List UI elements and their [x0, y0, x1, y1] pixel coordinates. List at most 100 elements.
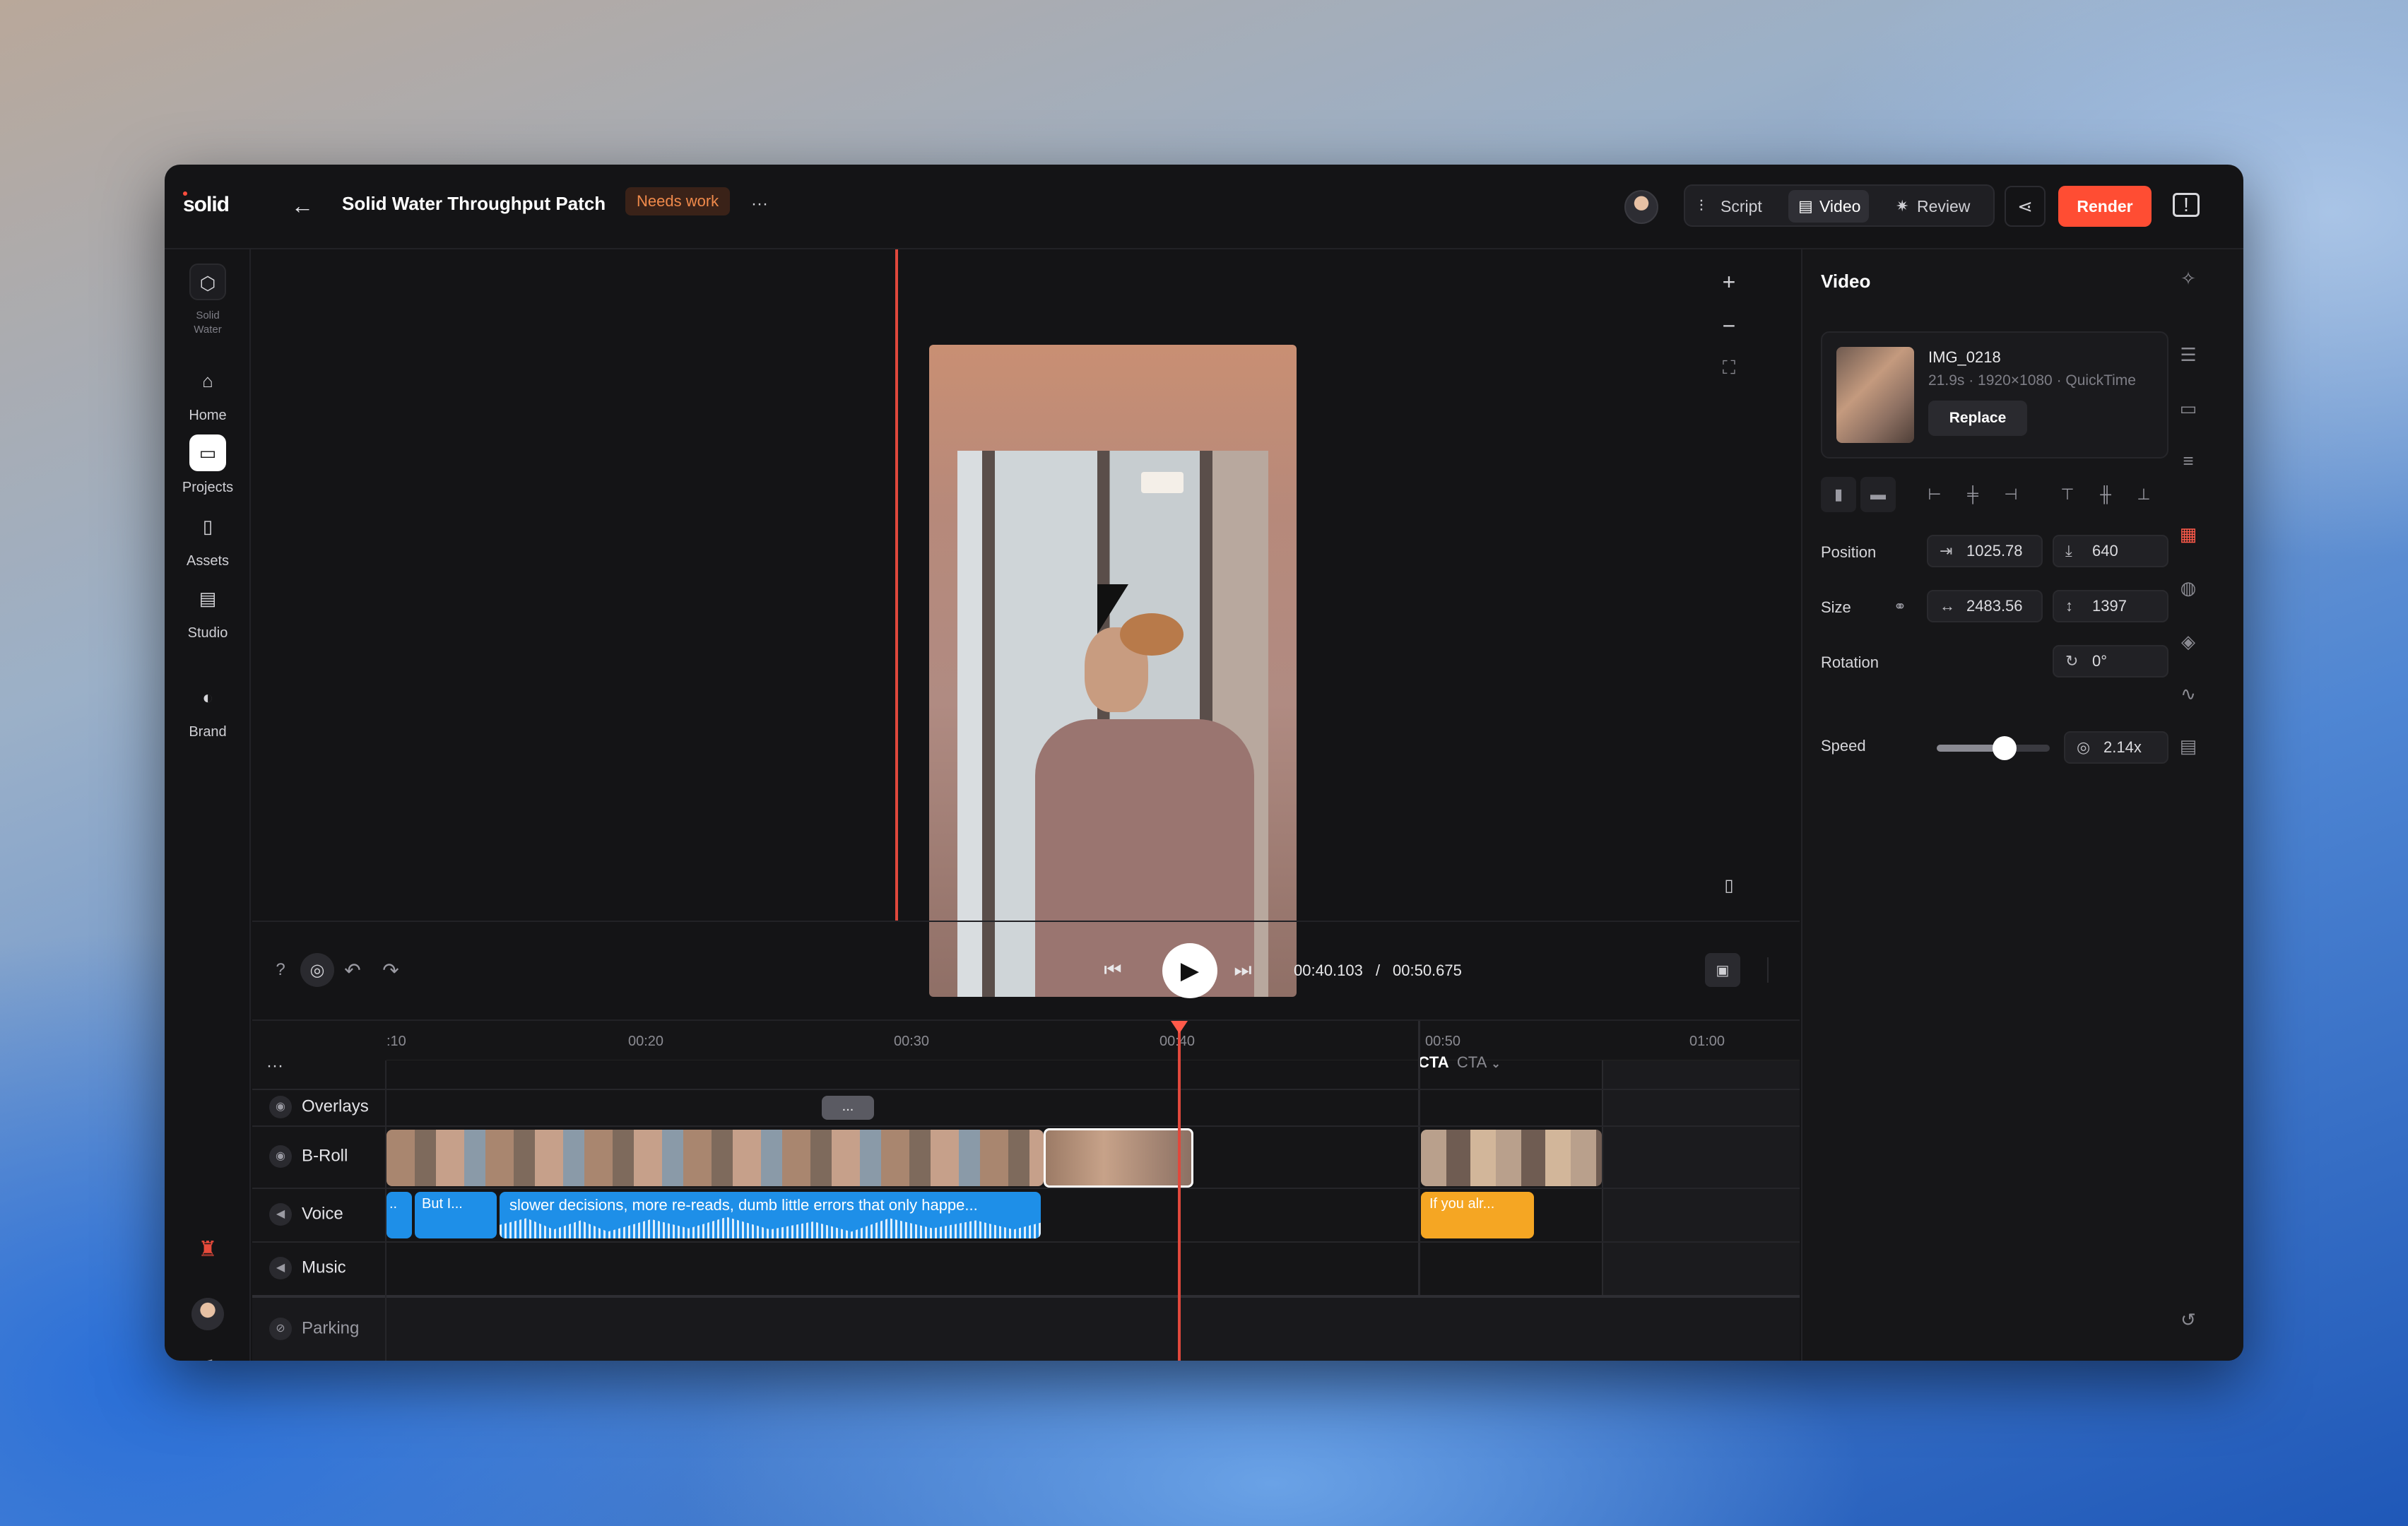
app-logo[interactable]: solid [183, 191, 230, 217]
track-label[interactable]: ◉ B-Roll [269, 1145, 348, 1168]
link-icon[interactable]: ⚭ [1886, 591, 1914, 622]
bell-icon[interactable]: ♫ [190, 1346, 225, 1361]
tab-script[interactable]: ⫶ Script [1689, 190, 1771, 223]
replace-button[interactable]: Replace [1928, 401, 2027, 436]
align-right-icon[interactable]: ⊣ [1993, 477, 2029, 512]
film-icon[interactable]: ▦ [2167, 524, 2209, 545]
subtitles-icon[interactable]: ▭ [2167, 398, 2209, 420]
sticker-icon[interactable]: ◈ [2167, 631, 2209, 653]
track-label[interactable]: ◀ Music [269, 1257, 346, 1279]
speed-field[interactable]: ◎ 2.14x [2064, 731, 2168, 764]
nav-item-home[interactable]: ⌂ Home [165, 362, 251, 424]
skip-forward-icon[interactable]: ⏭ [1227, 954, 1258, 986]
arrow-right-icon: ⇥ [1940, 542, 1953, 560]
align-bottom-icon[interactable]: ⊥ [2126, 477, 2161, 512]
broll-clip[interactable] [1421, 1130, 1602, 1186]
zoom-out-icon[interactable]: − [1715, 312, 1743, 340]
timeline-more-button[interactable]: ··· [266, 1056, 283, 1076]
nav-item-assets[interactable]: ▯ Assets [165, 508, 251, 569]
history-icon[interactable]: ↺ [2167, 1309, 2209, 1331]
render-button[interactable]: Render [2058, 186, 2152, 227]
nav-item-brand[interactable]: ◐ Brand [165, 679, 251, 740]
cta-marker[interactable]: CTA CTA ⌄ [1418, 1053, 1501, 1072]
skip-back-icon[interactable]: ⏮ [1097, 954, 1128, 986]
speaker-icon[interactable]: ◀ [269, 1257, 292, 1279]
mascot-icon[interactable]: ♜ [190, 1231, 225, 1267]
fit-height-icon[interactable]: ▬ [1860, 477, 1896, 512]
align-left-icon[interactable]: ⊢ [1917, 477, 1952, 512]
tab-review[interactable]: ✷ Review [1886, 190, 1978, 223]
rotation-label: Rotation [1821, 653, 1879, 671]
speaker-icon[interactable]: ◀ [269, 1203, 292, 1226]
voice-clip[interactable]: But I... [415, 1192, 497, 1238]
brand-icon: ◐ [202, 687, 213, 708]
timeline-ruler[interactable] [386, 1021, 1800, 1060]
arrow-down-icon: ⤓ [2065, 542, 2072, 560]
fullscreen-icon[interactable]: ⛶ [1715, 354, 1743, 382]
position-y-field[interactable]: ⤓ 640 [2053, 535, 2168, 567]
track-label[interactable]: ◉ Overlays [269, 1096, 369, 1118]
redo-icon[interactable]: ↷ [377, 956, 405, 984]
ai-sparkle-icon[interactable]: ✧ [2167, 268, 2209, 290]
align-middle-icon[interactable]: ╫ [2088, 477, 2123, 512]
document-icon[interactable]: ▤ [2167, 735, 2209, 757]
eye-icon[interactable]: ◉ [269, 1145, 292, 1168]
rotation-field[interactable]: ↻ 0° [2053, 645, 2168, 678]
track-name: Overlays [302, 1096, 369, 1116]
audio-wave-icon[interactable]: ∿ [2167, 683, 2209, 705]
workspace-switcher[interactable]: ⬡ Solid Water [165, 264, 251, 337]
playhead[interactable] [1178, 1021, 1181, 1361]
aspect-ratio-icon[interactable]: ▯ [1715, 871, 1743, 899]
tab-review-label: Review [1917, 197, 1971, 215]
user-avatar[interactable] [1624, 190, 1658, 224]
track-label[interactable]: ⊘ Parking [269, 1318, 359, 1340]
playhead-handle[interactable] [1171, 1021, 1188, 1034]
nav-item-projects[interactable]: ▭ Projects [165, 434, 251, 496]
project-title[interactable]: Solid Water Throughput Patch [342, 193, 606, 215]
back-arrow-icon[interactable]: ← [288, 191, 317, 220]
tick-label: 00:50 [1425, 1034, 1461, 1049]
share-button[interactable]: ⋖ [2005, 186, 2046, 227]
nav-label-brand: Brand [189, 724, 227, 740]
zoom-in-icon[interactable]: + [1715, 268, 1743, 296]
adjustments-icon[interactable]: ☰ [2167, 344, 2209, 366]
timeline[interactable]: :10 00:20 00:30 00:40 00:50 01:00 ··· CT… [252, 1019, 1800, 1361]
track-label[interactable]: ◀ Voice [269, 1203, 343, 1226]
asset-name: IMG_0218 [1928, 348, 2001, 366]
fit-width-icon[interactable]: ▮ [1821, 477, 1856, 512]
cta-voice-clip[interactable]: If you alr... [1421, 1192, 1534, 1238]
position-x-field[interactable]: ⇥ 1025.78 [1927, 535, 2043, 567]
speed-slider-thumb[interactable] [1993, 736, 2017, 760]
tab-video[interactable]: ▤ Video [1788, 190, 1870, 223]
voice-clip[interactable]: slower decisions, more re-reads, dumb li… [500, 1192, 1041, 1238]
captions-icon[interactable]: ▣ [1705, 953, 1740, 987]
play-button[interactable]: ▶ [1162, 943, 1217, 998]
broll-clip-selected[interactable] [1044, 1128, 1193, 1188]
size-height-field[interactable]: ↕ 1397 [2053, 590, 2168, 622]
text-align-icon[interactable]: ≡ [2167, 450, 2209, 472]
feedback-icon[interactable]: ! [2173, 193, 2200, 217]
tick-label: 00:30 [894, 1034, 930, 1049]
track-name: Voice [302, 1204, 343, 1224]
nav-item-studio[interactable]: ▤ Studio [165, 580, 251, 641]
overlay-chip[interactable]: ... [822, 1096, 874, 1120]
hidden-icon[interactable]: ⊘ [269, 1318, 292, 1340]
video-preview[interactable]: + − ⛶ ▯ [252, 249, 1800, 997]
cta-dropdown[interactable]: CTA [1457, 1053, 1487, 1071]
align-top-icon[interactable]: ⊤ [2050, 477, 2085, 512]
palette-icon[interactable]: ◍ [2167, 577, 2209, 599]
video-frame[interactable] [929, 345, 1297, 997]
broll-clip[interactable] [386, 1130, 1044, 1186]
speed-slider-track[interactable] [1937, 736, 2050, 760]
asset-thumbnail[interactable] [1836, 347, 1914, 443]
undo-icon[interactable]: ↶ [338, 956, 367, 984]
align-center-icon[interactable]: ╪ [1955, 477, 1990, 512]
more-options-button[interactable]: ··· [745, 190, 774, 218]
eye-icon[interactable]: ◉ [269, 1096, 292, 1118]
help-circle-icon[interactable]: ? [266, 956, 295, 984]
magnet-icon[interactable]: ◎ [300, 953, 334, 987]
status-badge[interactable]: Needs work [625, 187, 731, 215]
profile-avatar[interactable] [191, 1298, 224, 1330]
voice-clip[interactable]: .. [386, 1192, 412, 1238]
size-width-field[interactable]: ↔ 2483.56 [1927, 590, 2043, 622]
